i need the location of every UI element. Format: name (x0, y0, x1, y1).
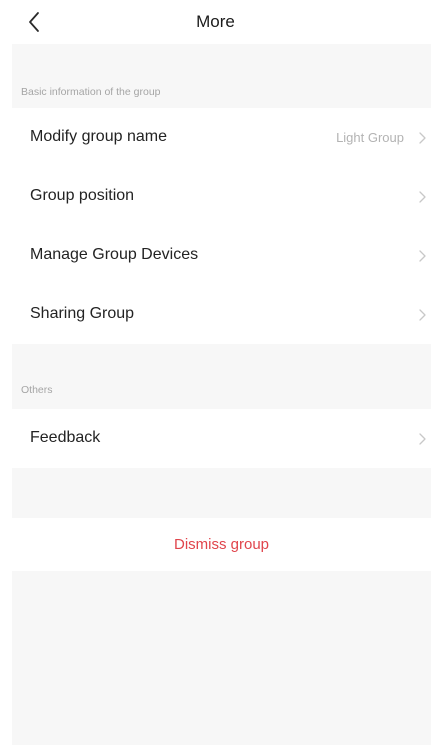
manage-group-devices-row[interactable]: Manage Group Devices (12, 226, 431, 285)
dismiss-group-button[interactable]: Dismiss group (12, 518, 431, 571)
sharing-group-row[interactable]: Sharing Group (12, 285, 431, 344)
modify-group-name-row[interactable]: Modify group name Light Group (12, 108, 431, 167)
row-label: Sharing Group (30, 305, 135, 322)
settings-list: Basic information of the group Modify gr… (12, 44, 431, 745)
chevron-right-icon (419, 191, 426, 203)
dismiss-group-label: Dismiss group (173, 536, 270, 553)
row-label: Manage Group Devices (30, 246, 199, 263)
feedback-row[interactable]: Feedback (12, 409, 431, 468)
section-title-others: Others (21, 384, 53, 396)
section-header-basic: Basic information of the group (12, 44, 431, 108)
chevron-right-icon (419, 433, 426, 445)
row-label: Feedback (30, 429, 101, 446)
chevron-right-icon (419, 250, 426, 262)
group-name-value: Light Group (336, 130, 404, 145)
header-bar: More (0, 0, 431, 44)
group-position-row[interactable]: Group position (12, 167, 431, 226)
left-margin (0, 44, 12, 745)
chevron-right-icon (419, 309, 426, 321)
section-header-others: Others (12, 344, 431, 409)
chevron-right-icon (419, 132, 426, 144)
section-title-basic: Basic information of the group (21, 86, 161, 98)
row-label: Modify group name (30, 128, 167, 145)
more-screen: More Basic information of the group Modi… (0, 0, 431, 745)
page-title: More (196, 12, 235, 31)
row-label: Group position (30, 187, 135, 204)
